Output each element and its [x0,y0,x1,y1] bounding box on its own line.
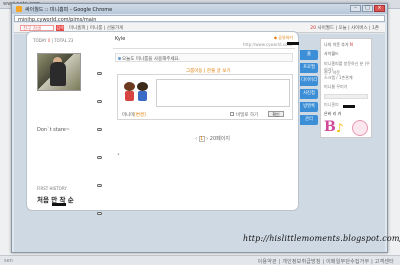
new-badge: N [349,42,353,47]
sticker-image: B ♪ [324,119,370,137]
minime-characters[interactable] [122,80,152,106]
side-panel-line-8: 은비 리 카 [324,111,342,116]
comment-box: 미니미 [변경] 비밀로 하기 확인 [117,74,293,120]
tab-profile[interactable]: 프로필 [300,63,318,73]
sticker-letter: B [324,119,336,135]
pagination: ‹ 1 › 20페이지 [195,135,230,142]
maximize-button[interactable]: □ [362,5,373,12]
history-label: FIRST HISTORY [37,186,67,191]
sticker-note-icon: ♪ [336,121,344,135]
comment-footer: 미니미 [변경] 비밀로 하기 확인 [122,111,290,118]
background-footer: sen 이용약관 | 개인정보취급방침 | 이메일무단수집거부 | 고객센터 [0,255,400,265]
homepage-url[interactable]: http://www.cyworld.com/ [243,42,293,47]
footer-links[interactable]: 이용약관 | 개인정보취급방침 | 이메일무단수집거부 | 고객센터 [258,258,394,265]
change-minime-link[interactable]: [변경] [134,112,146,118]
photo-person-shape [50,62,66,86]
page-header: Kyle http://www.cyworld.com/ ◆ 공유하기 [113,35,299,49]
tab-photos[interactable]: 사진첩 [300,89,318,99]
visitor-counter: TODAY 0 | TOTAL 23 [33,38,74,43]
top-right-links[interactable]: 20 사이월드 | 오늘 | 사이버스 | 1촌 [310,25,379,31]
address-bar[interactable]: minihp.cyworld.com/pims/main [14,15,385,23]
tab-admin[interactable]: 관리 [300,115,318,125]
minime-girl [124,82,135,102]
notice-dot-icon [118,57,121,60]
side-panel-line-1[interactable]: 나의 이웃 추가 N [324,42,353,48]
profile-status-text: Don`t stare~ [37,127,70,133]
tab-home[interactable]: 홈 [300,50,318,60]
side-panel-line-4b: 스크랩 / 1촌관계 [324,75,353,80]
minimize-button[interactable]: – [350,5,361,12]
total-count: 23 [68,38,74,43]
tab-diary[interactable]: 다이어리 [300,76,318,86]
top-right-text: 사이월드 | 오늘 | 사이버스 | 1촌 [317,26,379,31]
secret-checkbox[interactable] [230,112,234,116]
confirm-button[interactable]: 확인 [268,111,284,117]
menu-tabs: 홈 프로필 다이어리 사진첩 방명록 관리 [300,50,320,128]
minihompy-book: TODAY 0 | TOTAL 23 Don`t stare~ FIRST HI… [26,31,299,215]
side-panel-line-4[interactable]: 친구 이웃 스크랩 / 1촌관계 [324,70,353,80]
redaction-bar [52,203,66,206]
tab-guestbook[interactable]: 방명록 [300,102,318,112]
pager-next[interactable]: › 20페이지 [206,136,230,142]
main-page: Kyle http://www.cyworld.com/ ◆ 공유하기 오늘도 … [109,32,299,212]
book-spiral [97,72,103,226]
close-button[interactable]: × [374,5,385,12]
window-title: 싸이월드 :: 미니홈피 - Google Chrome [25,7,113,13]
owner-name: Kyle [115,36,126,42]
top-right-highlight: 20 [310,26,317,31]
pager-current[interactable]: 1 [198,136,205,142]
site-favicon-icon [16,6,22,12]
side-panel-line-5[interactable]: 미니룸 꾸미기 [324,84,347,90]
redaction-bar [343,105,355,108]
comment-textarea[interactable] [156,79,290,107]
side-panel-line-2[interactable]: 사이월드 [324,51,339,57]
minime-boy [137,82,148,102]
list-bullet: • [117,152,120,158]
today-label: TODAY [33,38,47,43]
today-count: 0 [47,38,51,43]
share-link[interactable]: ◆ 공유하기 [274,35,293,41]
background-text-fragment: sen [4,258,13,264]
minime-label: 미니미 [122,113,135,118]
notice-text: 오늘도 미니룸을 사용해주세요. [122,57,181,62]
side-panel-line-7[interactable]: 미니홈피 [324,102,339,108]
blog-watermark: http://hislittlemoments.blogspot.com/ [243,234,400,243]
side-panel-input[interactable] [324,94,368,99]
secret-label: 비밀로 하기 [236,113,259,118]
pager-prev[interactable]: ‹ [195,136,197,142]
side-panel: 나의 이웃 추가 N 사이월드 미니홈피를 방문하신 분 (우리가) 친구 이웃… [320,38,372,138]
window-controls: – □ × [350,5,385,12]
window-titlebar[interactable]: 싸이월드 :: 미니홈피 - Google Chrome – □ × [12,4,387,14]
notice-box: 오늘도 미니룸을 사용해주세요. [115,53,293,62]
total-label: TOTAL [54,38,67,43]
sticker-character-icon [352,120,368,136]
profile-photo[interactable] [37,53,81,91]
side-panel-line-1-text: 나의 이웃 추가 [324,42,349,47]
redaction-bar [287,42,299,45]
